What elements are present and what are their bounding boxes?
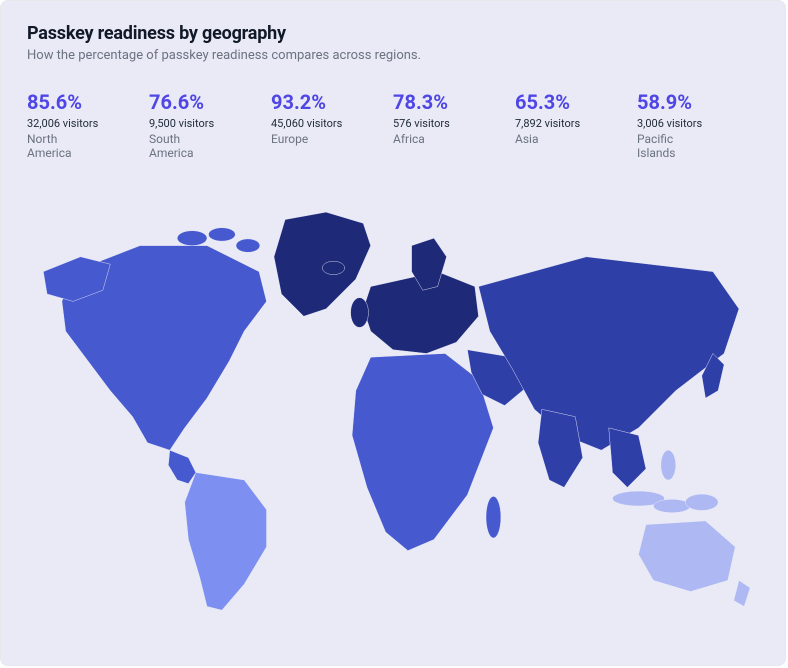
stat-region: Europe	[271, 132, 341, 146]
stat-percent: 93.2%	[271, 91, 393, 113]
stat-south-america: 76.6% 9,500 visitors South America	[149, 91, 271, 161]
stat-visitors: 576 visitors	[393, 117, 515, 130]
stat-percent: 85.6%	[27, 91, 149, 113]
map-arctic-island	[177, 231, 207, 246]
map-madagascar	[486, 496, 501, 538]
stat-north-america: 85.6% 32,006 visitors North America	[27, 91, 149, 161]
map-asia	[479, 257, 739, 450]
map-india	[538, 409, 583, 487]
map-iceland	[322, 261, 344, 274]
map-central-america	[168, 450, 196, 483]
stat-visitors: 3,006 visitors	[637, 117, 759, 130]
stat-asia: 65.3% 7,892 visitors Asia	[515, 91, 637, 161]
map-philippines	[661, 450, 676, 480]
stat-visitors: 45,060 visitors	[271, 117, 393, 130]
region-stats-row: 85.6% 32,006 visitors North America 76.6…	[1, 91, 785, 183]
stat-percent: 78.3%	[393, 91, 515, 113]
map-south-america	[185, 472, 267, 610]
stat-region: South America	[149, 132, 219, 161]
stat-africa: 78.3% 576 visitors Africa	[393, 91, 515, 161]
world-map-container	[1, 183, 785, 653]
stat-region: Africa	[393, 132, 463, 146]
stat-visitors: 32,006 visitors	[27, 117, 149, 130]
map-africa	[352, 353, 493, 550]
map-new-zealand	[734, 580, 750, 606]
stat-percent: 65.3%	[515, 91, 637, 113]
map-indonesia	[653, 499, 690, 512]
card-subtitle: How the percentage of passkey readiness …	[27, 48, 759, 63]
passkey-geography-card: Passkey readiness by geography How the p…	[0, 0, 786, 666]
stat-percent: 58.9%	[637, 91, 759, 113]
map-uk	[351, 297, 369, 327]
stat-region: Pacific Islands	[637, 132, 707, 161]
stat-pacific-islands: 58.9% 3,006 visitors Pacific Islands	[637, 91, 759, 161]
stat-region: North America	[27, 132, 97, 161]
map-australia	[639, 521, 736, 592]
card-title: Passkey readiness by geography	[27, 23, 759, 44]
map-papua	[685, 494, 718, 510]
stat-visitors: 7,892 visitors	[515, 117, 637, 130]
stat-percent: 76.6%	[149, 91, 271, 113]
map-se-asia	[609, 428, 646, 488]
world-map-icon	[21, 193, 765, 633]
map-arctic-island	[236, 239, 260, 252]
stat-region: Asia	[515, 132, 585, 146]
map-arctic-island	[208, 228, 235, 241]
stat-europe: 93.2% 45,060 visitors Europe	[271, 91, 393, 161]
card-header: Passkey readiness by geography How the p…	[1, 1, 785, 83]
stat-visitors: 9,500 visitors	[149, 117, 271, 130]
